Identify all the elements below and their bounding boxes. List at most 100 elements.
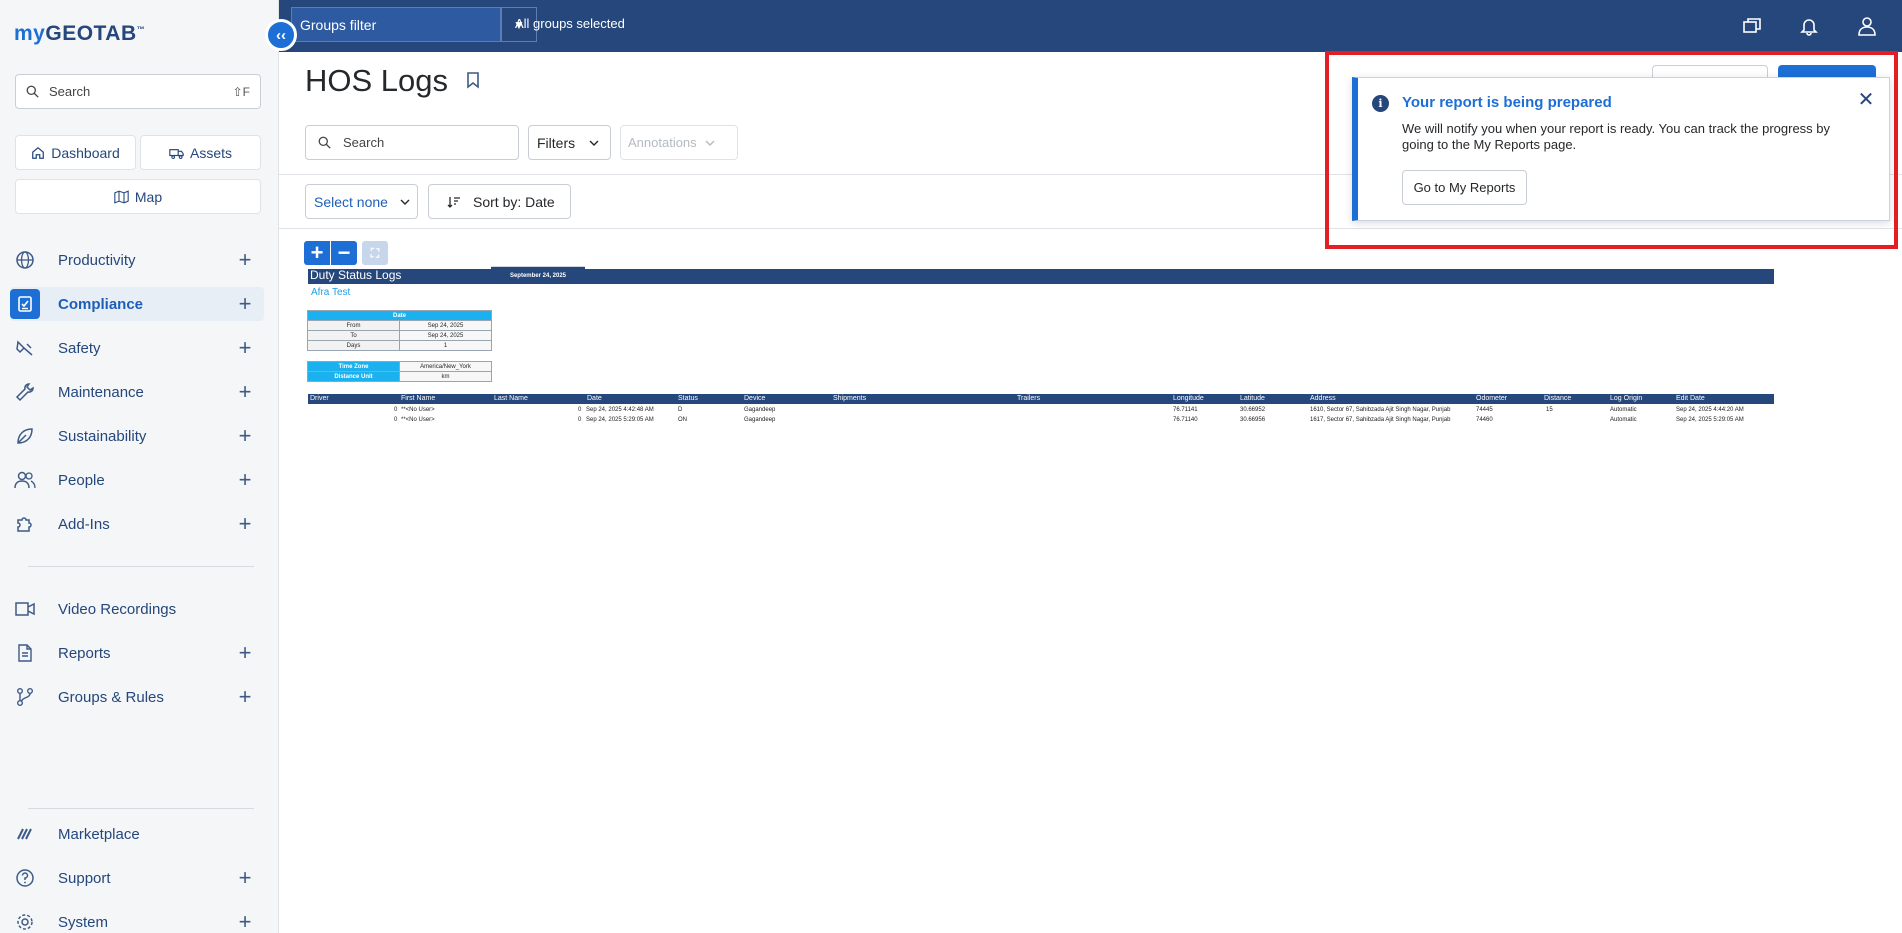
sort-button[interactable]: Sort by: Date — [428, 184, 571, 219]
expand-plus-icon[interactable]: + — [234, 335, 256, 360]
column-header: Latitude — [1240, 395, 1265, 402]
date-range-table: Date From Sep 24, 2025 To Sep 24, 2025 Day… — [307, 310, 492, 351]
expand-plus-icon[interactable]: + — [234, 291, 256, 316]
map-button[interactable]: Map — [15, 179, 261, 214]
cell: 76.71140 — [1173, 417, 1198, 423]
go-to-my-reports-button[interactable]: Go to My Reports — [1402, 170, 1527, 205]
sidebar-search-input[interactable]: Search ⇧F — [15, 74, 261, 109]
cell: 0 — [578, 417, 582, 423]
cell: 74445 — [1476, 407, 1493, 413]
cell: Sep 24, 2025 4:42:48 AM — [586, 407, 654, 413]
expand-plus-icon[interactable]: + — [234, 684, 256, 709]
sidebar-item-video-recordings[interactable]: Video Recordings — [10, 592, 264, 626]
logs-search-input[interactable]: Search — [305, 125, 519, 160]
sidebar-item-safety[interactable]: Safety + — [10, 331, 264, 365]
sidebar-item-groups-rules[interactable]: Groups & Rules + — [10, 680, 264, 714]
column-header: Address — [1310, 395, 1336, 402]
cell: 0 — [394, 407, 398, 413]
zoom-in-button[interactable]: + — [304, 240, 330, 265]
sidebar-item-reports[interactable]: Reports + — [10, 636, 264, 670]
cell: 76.71141 — [1173, 407, 1198, 413]
expand-icon: ⛶ — [370, 245, 380, 260]
sidebar-divider — [28, 808, 254, 809]
sidebar-item-maintenance[interactable]: Maintenance + — [10, 375, 264, 409]
filters-button[interactable]: Filters — [528, 125, 611, 160]
column-header: Status — [678, 395, 698, 402]
sidebar: myGEOTAB™ Search ⇧F Dashboard Assets Map… — [0, 0, 279, 933]
document-icon — [10, 638, 40, 668]
close-icon[interactable]: ✕ — [1855, 88, 1877, 111]
sort-icon — [447, 196, 460, 208]
sidebar-item-system[interactable]: System + — [10, 905, 264, 933]
puzzle-icon — [10, 509, 40, 539]
collapse-sidebar-button[interactable]: ‹‹ — [265, 19, 297, 51]
messages-icon[interactable] — [1739, 13, 1765, 39]
report-subtitle: Afra Test — [311, 287, 351, 298]
expand-plus-icon[interactable]: + — [234, 423, 256, 448]
select-none-button[interactable]: Select none — [305, 184, 418, 219]
cell: 30.66956 — [1240, 417, 1266, 423]
globe-icon — [10, 245, 40, 275]
expand-plus-icon[interactable]: + — [234, 379, 256, 404]
sidebar-item-sustainability[interactable]: Sustainability + — [10, 419, 264, 453]
bookmark-icon[interactable] — [466, 72, 480, 94]
cell: 30.66952 — [1240, 407, 1266, 413]
annotations-button[interactable]: Annotations — [620, 125, 738, 160]
settings-table: Time Zone America/New_York Distance Unit k… — [307, 361, 492, 382]
expand-plus-icon[interactable]: + — [234, 247, 256, 272]
expand-plus-icon[interactable]: + — [234, 865, 256, 890]
groups-selected-text: All groups selected — [515, 16, 625, 31]
search-icon — [26, 85, 39, 98]
groups-filter-input[interactable]: Groups filter — [291, 7, 501, 42]
cell: Sep 24, 2025 5:29:05 AM — [1676, 417, 1744, 423]
top-bar: Groups filter ▼ All groups selected — [279, 0, 1902, 52]
double-chevron-left-icon: ‹‹ — [276, 26, 286, 44]
expand-plus-icon[interactable]: + — [234, 467, 256, 492]
dashboard-button[interactable]: Dashboard — [15, 135, 136, 170]
chevron-down-icon — [589, 140, 599, 146]
gear-icon — [10, 907, 40, 933]
expand-plus-icon[interactable]: + — [234, 511, 256, 536]
sidebar-search-placeholder: Search — [49, 84, 91, 99]
cell: 0 — [394, 417, 398, 423]
report-title: Duty Status Logs — [310, 268, 402, 282]
cell: Sep 24, 2025 4:44:20 AM — [1676, 407, 1744, 413]
fit-page-button[interactable]: ⛶ — [362, 241, 388, 265]
sidebar-item-support[interactable]: Support + — [10, 861, 264, 895]
people-icon — [10, 465, 40, 495]
sidebar-item-compliance[interactable]: Compliance + — [10, 287, 264, 321]
column-header: Shipments — [833, 395, 867, 402]
column-header: Device — [744, 395, 766, 402]
sidebar-item-add-ins[interactable]: Add-Ins + — [10, 507, 264, 541]
assets-button[interactable]: Assets — [140, 135, 261, 170]
wrench-icon — [10, 377, 40, 407]
column-header: Driver — [310, 395, 329, 402]
toast-title: Your report is being prepared — [1402, 94, 1612, 111]
column-header: First Name — [401, 395, 436, 402]
cell: 1617, Sector 67, Sahibzada Ajit Singh Na… — [1310, 417, 1451, 423]
info-icon: i — [1372, 95, 1389, 112]
cell: ON — [678, 417, 687, 423]
logs-search-placeholder: Search — [343, 135, 385, 150]
geotab-logo[interactable]: myGEOTAB™ — [14, 22, 145, 46]
sidebar-divider — [28, 566, 254, 567]
sidebar-item-marketplace[interactable]: Marketplace — [10, 817, 264, 851]
column-header: Trailers — [1017, 395, 1041, 402]
safety-icon — [10, 333, 40, 363]
sidebar-item-people[interactable]: People + — [10, 463, 264, 497]
cell: Gagandeep — [744, 407, 776, 413]
user-icon[interactable] — [1854, 13, 1880, 39]
video-icon — [10, 594, 40, 624]
map-icon — [114, 189, 129, 204]
zoom-out-button[interactable]: − — [331, 240, 357, 265]
bell-icon[interactable] — [1796, 13, 1822, 39]
sidebar-item-productivity[interactable]: Productivity + — [10, 243, 264, 277]
search-icon — [318, 136, 331, 149]
column-header: Longitude — [1173, 395, 1204, 402]
cell: **<No User> — [401, 417, 435, 423]
column-header: Last Name — [494, 395, 528, 402]
expand-plus-icon[interactable]: + — [234, 640, 256, 665]
cell: Sep 24, 2025 5:29:05 AM — [586, 417, 654, 423]
report-date-header: September 24, 2025 — [491, 266, 585, 284]
expand-plus-icon[interactable]: + — [234, 909, 256, 933]
